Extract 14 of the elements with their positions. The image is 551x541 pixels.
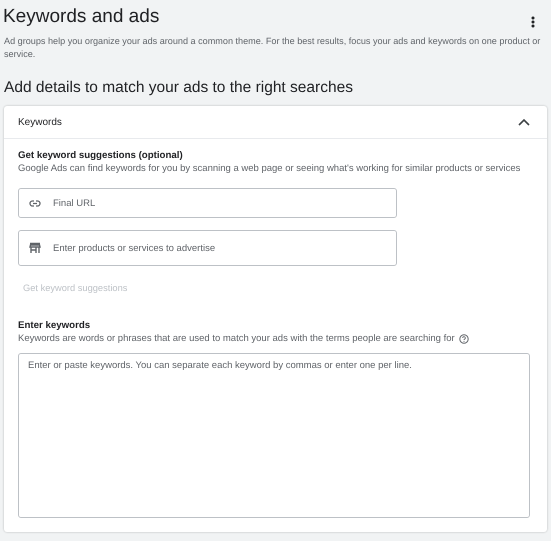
input-field[interactable]: Final URL	[18, 188, 397, 218]
help-icon[interactable]	[458, 334, 469, 344]
store-icon	[29, 242, 41, 254]
section-description: Google Ads can find keywords for you by scanning a web page or seeing what's working for similar products or services	[18, 163, 522, 174]
section-heading: Enter keywords	[18, 320, 92, 331]
more-options-icon[interactable]	[531, 16, 535, 28]
page-description: Ad groups help you organize your ads around a common theme. For the best results, focus your ads and keywords on one product or service.	[4, 35, 542, 61]
section-title: Add details to match your ads to the right searches	[4, 79, 354, 97]
input-field[interactable]: Enter products or services to advertise	[18, 230, 397, 266]
panel-title: Keywords	[18, 116, 62, 128]
page-title: Keywords and ads	[3, 6, 160, 28]
section-heading: Get keyword suggestions (optional)	[18, 150, 184, 161]
section-description: Keywords are words or phrases that are used to match your ads with the terms people are searching for	[18, 333, 455, 344]
keywords-input-field[interactable]: Enter or paste keywords. You can separate each keyword by commas or enter one per line.	[18, 353, 530, 518]
